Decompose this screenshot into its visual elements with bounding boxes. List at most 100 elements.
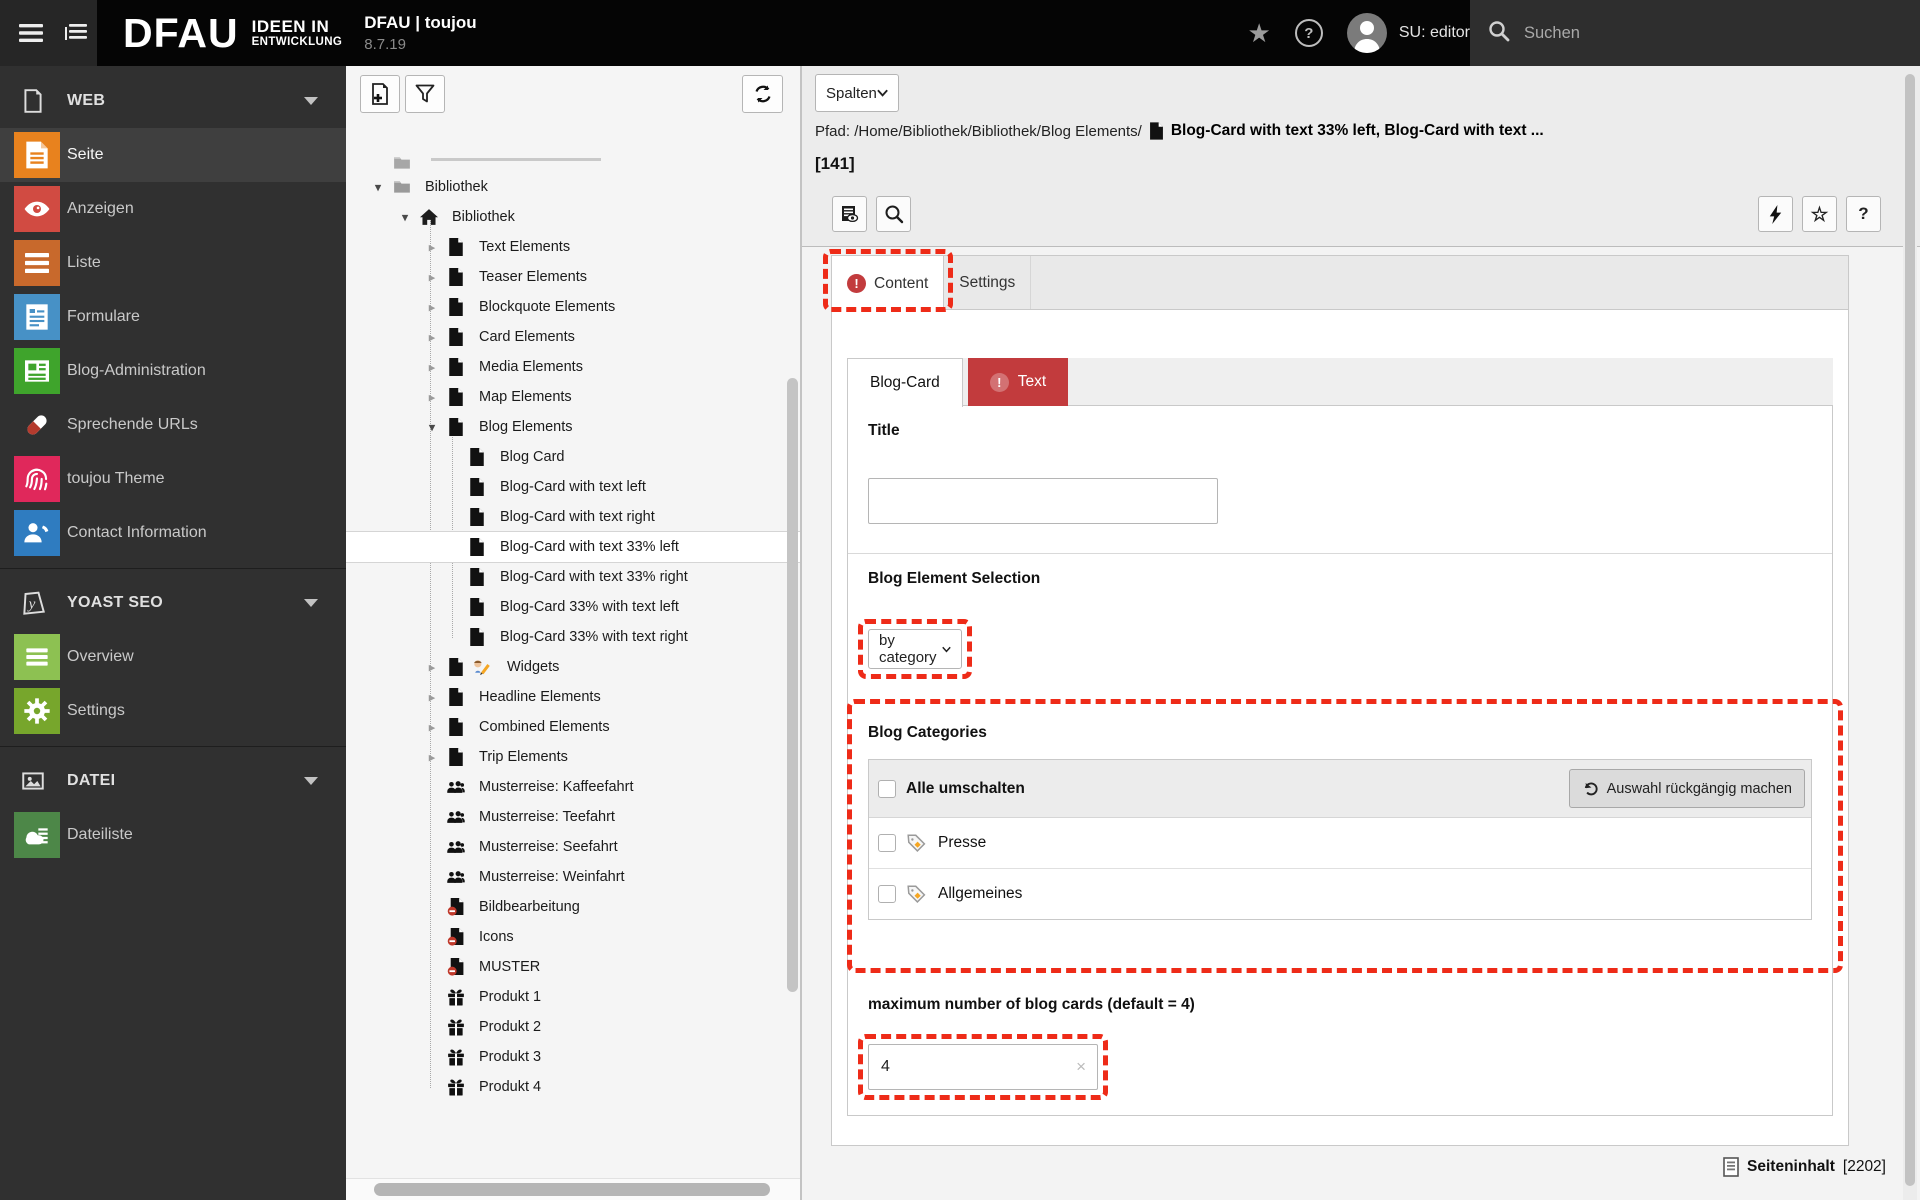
- pagetree-toggle-icon[interactable]: [58, 17, 92, 49]
- view-mode-select[interactable]: Spalten: [815, 74, 899, 112]
- tree-node-label: Blog-Card 33% with text right: [500, 629, 688, 645]
- sidebar-header-yoast-seo[interactable]: yYOAST SEO: [0, 576, 346, 630]
- main-scrollbar[interactable]: [1905, 74, 1915, 1186]
- sidebar-item-blog-administration[interactable]: Blog-Administration: [0, 344, 346, 398]
- tree-node-card-elements[interactable]: ▸Card Elements: [346, 322, 800, 352]
- tree-expander-icon[interactable]: ▾: [398, 211, 412, 224]
- home-icon: [420, 208, 438, 226]
- tree-node-blockquote-elements[interactable]: ▸Blockquote Elements: [346, 292, 800, 322]
- title-input[interactable]: [868, 478, 1218, 524]
- bookmark-star-icon[interactable]: ★: [1248, 20, 1271, 46]
- sidebar-item-settings[interactable]: Settings: [0, 684, 346, 738]
- tree-expander-icon[interactable]: ▸: [425, 691, 439, 704]
- bookmark-button[interactable]: ☆: [1802, 196, 1837, 232]
- toggle-all-checkbox[interactable]: [878, 780, 896, 798]
- tab-settings[interactable]: Settings: [944, 256, 1031, 310]
- tree-expander-icon[interactable]: ▸: [425, 241, 439, 254]
- sidebar-item-overview[interactable]: Overview: [0, 630, 346, 684]
- tree-node-label: Media Elements: [479, 359, 583, 375]
- tree-node-bildbearbeitung[interactable]: Bildbearbeitung: [346, 892, 800, 922]
- tree-node-muster[interactable]: MUSTER: [346, 952, 800, 982]
- sidebar-item-sprechende-urls[interactable]: Sprechende URLs: [0, 398, 346, 452]
- tree-node-musterreise-kaffeefahrt[interactable]: Musterreise: Kaffeefahrt: [346, 772, 800, 802]
- tree-vertical-scrollbar[interactable]: [787, 378, 798, 992]
- sidebar-item-liste[interactable]: Liste: [0, 236, 346, 290]
- sidebar-header-datei[interactable]: DATEI: [0, 754, 346, 808]
- sidebar-item-seite[interactable]: Seite: [0, 128, 346, 182]
- tree-node-produkt-4[interactable]: Produkt 4: [346, 1072, 800, 1102]
- filter-button[interactable]: [405, 75, 445, 113]
- tree-node-headline-elements[interactable]: ▸Headline Elements: [346, 682, 800, 712]
- search-record-button[interactable]: [876, 196, 911, 232]
- tree-node-blog-card[interactable]: Blog Card: [346, 442, 800, 472]
- undo-selection-button[interactable]: Auswahl rückgängig machen: [1569, 769, 1805, 808]
- refresh-button[interactable]: [742, 75, 783, 113]
- sidebar-item-contact-information[interactable]: Contact Information: [0, 506, 346, 560]
- clear-cache-button[interactable]: [1758, 196, 1793, 232]
- tree-node-trip-elements[interactable]: ▸Trip Elements: [346, 742, 800, 772]
- tree-node-bibliothek[interactable]: ▾ Bibliothek: [346, 172, 800, 202]
- new-page-button[interactable]: [360, 75, 400, 113]
- tree-expander-icon[interactable]: ▾: [371, 181, 385, 194]
- menu-hamburger-icon[interactable]: [14, 17, 48, 49]
- main-scrollbar-track: [1903, 66, 1917, 1200]
- sidebar-item-label: Formulare: [67, 308, 140, 326]
- help-icon[interactable]: ?: [1295, 19, 1323, 47]
- tree-expander-icon[interactable]: ▸: [425, 271, 439, 284]
- tab-blog-card[interactable]: Blog-Card: [847, 358, 963, 407]
- tree-node-teaser-elements[interactable]: ▸Teaser Elements: [346, 262, 800, 292]
- category-mode-select[interactable]: by category: [868, 629, 962, 669]
- tree-node-blog-elements[interactable]: ▾Blog Elements: [346, 412, 800, 442]
- tree-node-map-elements[interactable]: ▸Map Elements: [346, 382, 800, 412]
- docheader-help-button[interactable]: ?: [1846, 196, 1881, 232]
- tree-node-blog-card-with-text-33-left[interactable]: Blog-Card with text 33% left: [346, 531, 800, 563]
- tree-node-media-elements[interactable]: ▸ Media Elements: [346, 352, 800, 382]
- max-cards-input[interactable]: [868, 1044, 1098, 1090]
- sidebar-item-anzeigen[interactable]: Anzeigen: [0, 182, 346, 236]
- tree-expander-icon[interactable]: ▸: [425, 661, 439, 674]
- sidebar-header-web[interactable]: WEB: [0, 74, 346, 128]
- tree-node-label: Text Elements: [479, 239, 570, 255]
- user-menu[interactable]: SU: editor: [1347, 13, 1470, 53]
- tree-expander-icon[interactable]: ▾: [425, 421, 439, 434]
- tree-node-musterreise-weinfahrt[interactable]: Musterreise: Weinfahrt: [346, 862, 800, 892]
- page-info-button[interactable]: [832, 196, 867, 232]
- tab-text[interactable]: ! Text: [968, 358, 1068, 406]
- tree-node-musterreise-seefahrt[interactable]: Musterreise: Seefahrt: [346, 832, 800, 862]
- tree-node-blog-card-33-with-text-right[interactable]: Blog-Card 33% with text right: [346, 622, 800, 652]
- sidebar-item-toujou-theme[interactable]: toujou Theme: [0, 452, 346, 506]
- tree-node-produkt-1[interactable]: Produkt 1: [346, 982, 800, 1012]
- tree-node-musterreise-teefahrt[interactable]: Musterreise: Teefahrt: [346, 802, 800, 832]
- record-footer: Seiteninhalt [2202]: [1723, 1157, 1886, 1177]
- tree-node-blog-card-with-text-right[interactable]: Blog-Card with text right: [346, 502, 800, 532]
- tree-node-widgets[interactable]: ▸Widgets: [346, 652, 800, 682]
- tree-expander-icon[interactable]: ▸: [425, 361, 439, 374]
- topbar-left: [0, 0, 97, 66]
- tree-node-label: Bibliothek: [425, 179, 488, 195]
- tree-node-label: Produkt 3: [479, 1049, 541, 1065]
- tree-expander-icon[interactable]: ▸: [425, 751, 439, 764]
- tree-expander-icon[interactable]: ▸: [425, 301, 439, 314]
- tree-node-blog-card-33-with-text-left[interactable]: Blog-Card 33% with text left: [346, 592, 800, 622]
- tree-horizontal-scrollbar[interactable]: [374, 1183, 770, 1196]
- tree-node-bibliothek[interactable]: ▾Bibliothek: [346, 202, 800, 232]
- tree-node-produkt-2[interactable]: Produkt 2: [346, 1012, 800, 1042]
- sidebar-item-dateiliste[interactable]: Dateiliste: [0, 808, 346, 862]
- tree-node-text-elements[interactable]: ▸ Text Elements: [346, 232, 800, 262]
- tree-node-icons[interactable]: Icons: [346, 922, 800, 952]
- search-input[interactable]: [1522, 23, 1826, 44]
- tree-node-blog-card-with-text-33-right[interactable]: Blog-Card with text 33% right: [346, 562, 800, 592]
- title-field-label: Title: [868, 422, 900, 440]
- category-checkbox[interactable]: [878, 834, 896, 852]
- tab-content[interactable]: ! Content: [832, 256, 944, 311]
- category-checkbox[interactable]: [878, 885, 896, 903]
- clear-input-icon[interactable]: ×: [1076, 1057, 1086, 1077]
- tree-node-produkt-3[interactable]: Produkt 3: [346, 1042, 800, 1072]
- sidebar-item-formulare[interactable]: Formulare: [0, 290, 346, 344]
- tree-expander-icon[interactable]: ▸: [425, 721, 439, 734]
- tree-expander-icon[interactable]: ▸: [425, 391, 439, 404]
- sidebar-item-label: Dateiliste: [67, 826, 133, 844]
- tree-node-combined-elements[interactable]: ▸Combined Elements: [346, 712, 800, 742]
- tree-node-blog-card-with-text-left[interactable]: Blog-Card with text left: [346, 472, 800, 502]
- tree-expander-icon[interactable]: ▸: [425, 331, 439, 344]
